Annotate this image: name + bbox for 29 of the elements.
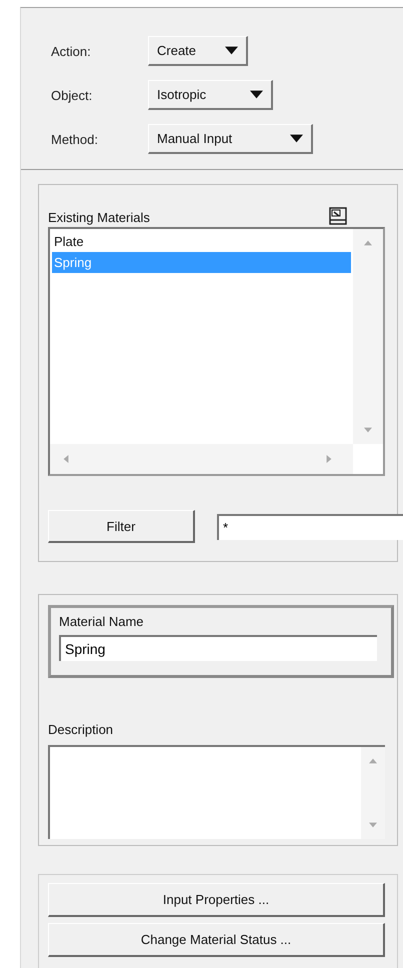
action-button[interactable]: Change Material Status ... — [48, 923, 385, 957]
list-item[interactable]: Plate — [52, 231, 351, 252]
vertical-scrollbar[interactable] — [361, 747, 385, 839]
window-icon[interactable] — [329, 207, 347, 225]
dropdown[interactable]: Isotropic — [148, 80, 273, 110]
field-label: Method: — [51, 132, 99, 146]
up-arrow-icon — [364, 239, 372, 247]
field-label: Object: — [51, 88, 94, 102]
filter-button[interactable]: Filter — [48, 510, 195, 543]
down-arrow-icon — [290, 132, 303, 145]
down-arrow-icon — [369, 821, 377, 829]
left-arrow-icon — [62, 455, 70, 463]
name-field[interactable]: Spring — [59, 635, 377, 661]
up-arrow-icon — [369, 757, 377, 765]
right-arrow-icon — [325, 455, 333, 463]
down-arrow-icon — [364, 426, 372, 434]
down-arrow-icon — [225, 44, 238, 57]
field-label: Description — [48, 722, 114, 737]
filter-field[interactable]: * — [217, 514, 403, 540]
down-arrow-icon — [250, 88, 263, 101]
list-title: Existing Materials — [48, 210, 150, 225]
dropdown[interactable]: Manual Input — [148, 124, 313, 154]
horizontal-scrollbar[interactable] — [50, 444, 353, 474]
field-label: Material Name — [59, 614, 145, 629]
dropdown[interactable]: Create — [148, 36, 248, 66]
action-button[interactable]: Input Properties ... — [48, 883, 385, 917]
vertical-scrollbar[interactable] — [353, 229, 383, 444]
description-field[interactable] — [48, 745, 385, 839]
field-label: Action: — [51, 44, 92, 58]
